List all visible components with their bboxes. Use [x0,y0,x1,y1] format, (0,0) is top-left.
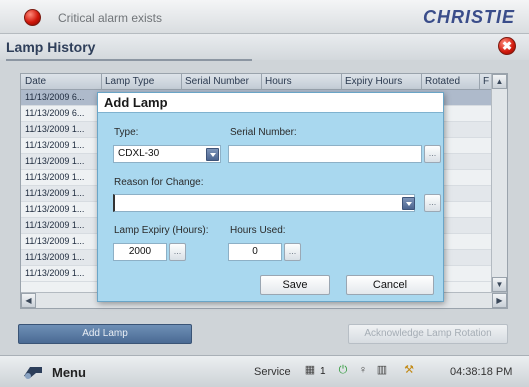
scroll-up-icon[interactable]: ▲ [492,74,507,89]
hours-used-input[interactable]: 0 [228,243,282,261]
alarm-status-text[interactable]: Critical alarm exists [58,11,162,25]
service-mode-label[interactable]: Service [254,366,291,378]
scroll-down-icon[interactable]: ▼ [492,277,507,292]
column-divider [421,74,422,90]
bottom-status-bar: Menu Service ▦ 1 ⏻ ♀ ▥ ⚒ 04:38:18 PM [0,355,529,387]
shutter-icon[interactable]: ▥ [374,362,390,378]
brand-logo: CHRISTIE [422,7,515,27]
hours-used-keypad-button[interactable]: ... [284,243,301,261]
close-icon[interactable]: ✖ [498,37,516,55]
scroll-right-icon[interactable]: ▶ [492,293,507,308]
status-bar: Critical alarm exists CHRISTIE [0,0,529,34]
type-label: Type: [114,127,139,138]
serial-number-keypad-button[interactable]: ... [424,145,441,163]
vertical-scrollbar[interactable]: ▲ ▼ [491,74,507,292]
reason-for-change-label: Reason for Change: [114,177,204,188]
column-header-f[interactable]: F [483,76,489,87]
lamp-expiry-label: Lamp Expiry (Hours): [114,225,209,236]
channel-number: 1 [320,366,326,377]
acknowledge-lamp-rotation-button[interactable]: Acknowledge Lamp Rotation [348,324,508,344]
column-header-lamp-type[interactable]: Lamp Type [105,76,154,87]
type-select-value: CDXL-30 [118,148,160,159]
lamp-bulb-icon[interactable]: ♀ [355,362,371,378]
lamp-expiry-input[interactable]: 2000 [113,243,167,261]
add-lamp-dialog: Add Lamp Type: Serial Number: CDXL-30 ..… [97,92,444,302]
add-lamp-button[interactable]: Add Lamp [18,324,192,344]
alarm-indicator-icon[interactable] [24,9,41,26]
type-select[interactable]: CDXL-30 [113,145,221,163]
reason-dropdown-icon[interactable] [402,197,415,210]
column-divider [261,74,262,90]
clock: 04:38:18 PM [450,366,513,378]
column-header-date[interactable]: Date [25,76,46,87]
type-dropdown-icon[interactable] [206,148,219,161]
lamp-expiry-keypad-button[interactable]: ... [169,243,186,261]
table-header: Date Lamp Type Serial Number Hours Expir… [21,74,507,90]
dialog-header: Add Lamp [98,93,443,113]
column-divider [181,74,182,90]
column-header-hours[interactable]: Hours [265,76,292,87]
serial-number-input[interactable] [228,145,422,163]
column-divider [341,74,342,90]
serial-number-label: Serial Number: [230,127,297,138]
column-divider [479,74,480,90]
menu-button[interactable]: Menu [52,365,86,380]
channel-icon[interactable]: ▦ [302,362,318,378]
save-button[interactable]: Save [260,275,330,295]
column-divider [101,74,102,90]
cancel-button[interactable]: Cancel [346,275,434,295]
column-header-expiry-hours[interactable]: Expiry Hours [345,76,402,87]
reason-for-change-input[interactable] [113,194,415,212]
scroll-left-icon[interactable]: ◀ [21,293,36,308]
reason-keypad-button[interactable]: ... [424,194,441,212]
page-header: Lamp History [0,34,529,60]
title-underline [6,59,252,61]
column-header-rotated[interactable]: Rotated [425,76,460,87]
menu-icon[interactable] [22,364,44,380]
power-icon[interactable]: ⏻ [335,362,351,378]
column-header-serial-number[interactable]: Serial Number [185,76,249,87]
tools-icon[interactable]: ⚒ [401,362,417,378]
hours-used-label: Hours Used: [230,225,286,236]
dialog-title: Add Lamp [104,95,168,110]
page-title: Lamp History [6,39,96,55]
